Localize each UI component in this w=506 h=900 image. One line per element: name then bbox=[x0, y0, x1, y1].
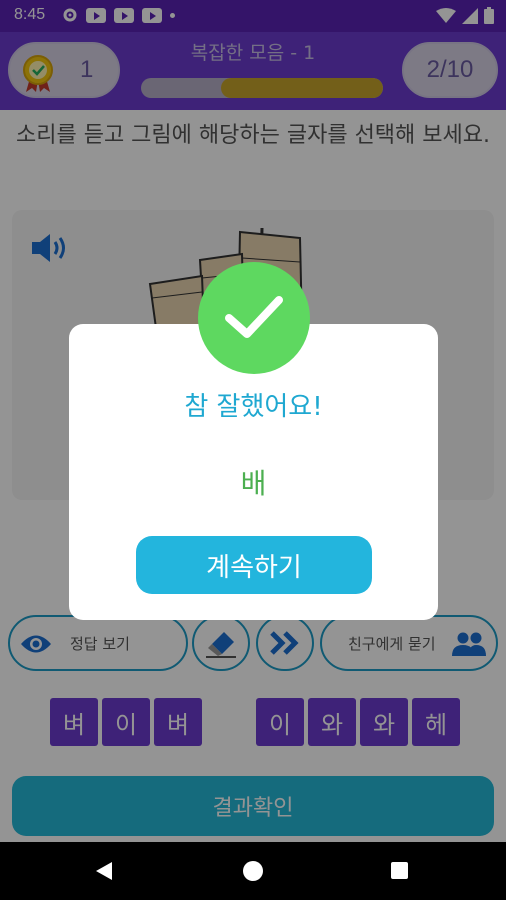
checkmark-badge bbox=[198, 262, 310, 374]
correct-answer: 배 bbox=[240, 467, 267, 500]
checkmark-icon bbox=[225, 296, 283, 338]
back-icon[interactable] bbox=[96, 862, 112, 880]
recent-apps-icon[interactable] bbox=[391, 862, 408, 879]
home-icon[interactable] bbox=[243, 861, 263, 881]
continue-button[interactable]: 계속하기 bbox=[136, 536, 372, 594]
system-nav-bar bbox=[0, 842, 506, 900]
success-message: 참 잘했어요! bbox=[184, 392, 323, 422]
